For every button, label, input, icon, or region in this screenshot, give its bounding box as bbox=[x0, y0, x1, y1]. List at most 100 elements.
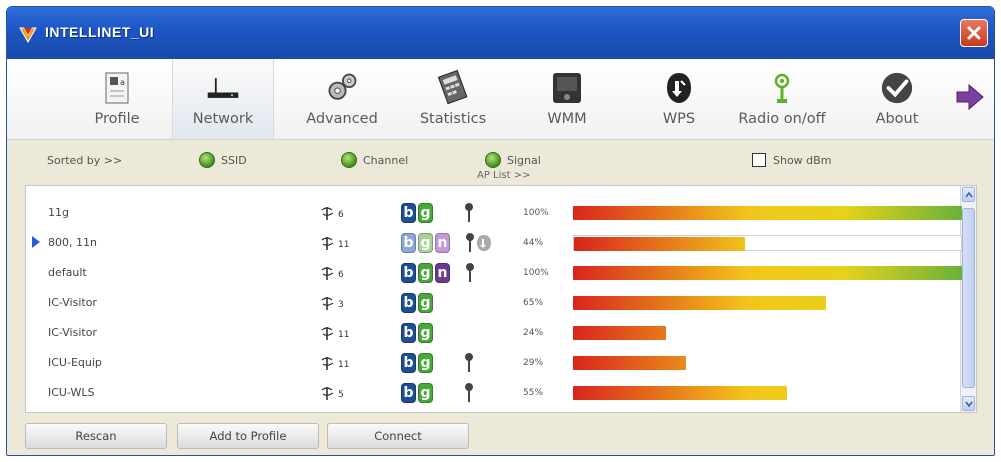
sort-signal-label: Signal bbox=[507, 154, 541, 167]
signal-bar-track bbox=[573, 295, 962, 311]
about-check-icon bbox=[879, 69, 915, 107]
toolbar-advanced[interactable]: Advanced bbox=[294, 59, 390, 139]
sort-bar: Sorted by >> SSID Channel Signal AP List… bbox=[7, 140, 994, 184]
signal-bar-track bbox=[573, 355, 962, 371]
toolbar-profile[interactable]: a Profile bbox=[77, 59, 157, 139]
title-bar[interactable]: INTELLINET_UI bbox=[7, 7, 994, 59]
mode-g-badge: g bbox=[418, 233, 433, 253]
sort-channel-label: Channel bbox=[363, 154, 409, 167]
mode-g-badge: g bbox=[418, 263, 433, 283]
toolbar-about-label: About bbox=[875, 111, 919, 127]
channel-antenna-icon bbox=[321, 357, 334, 370]
network-signal-percent: 100% bbox=[523, 268, 549, 278]
signal-strength-bar bbox=[574, 237, 745, 251]
close-button[interactable] bbox=[960, 19, 988, 47]
mode-g-badge: g bbox=[418, 293, 433, 313]
toolbar-statistics-label: Statistics bbox=[419, 111, 487, 127]
network-signal-percent: 65% bbox=[523, 298, 544, 308]
network-modes: bg bbox=[401, 353, 433, 373]
toolbar-radio-on-off[interactable]: Radio on/off bbox=[729, 59, 835, 139]
toolbar-profile-label: Profile bbox=[94, 111, 140, 127]
show-dbm-checkbox[interactable] bbox=[752, 153, 766, 167]
network-modes: bg bbox=[401, 293, 433, 313]
sort-ssid-label: SSID bbox=[221, 154, 247, 167]
network-channel: 5 bbox=[338, 390, 344, 400]
radio-icon bbox=[764, 69, 800, 107]
show-dbm-label: Show dBm bbox=[773, 154, 832, 167]
statistics-icon bbox=[435, 69, 471, 107]
mode-g-badge: g bbox=[418, 323, 433, 343]
network-row[interactable]: 11g 6 b g 100% bbox=[26, 198, 962, 228]
network-row[interactable]: IC-Visitor 11 b g 24% bbox=[26, 318, 961, 348]
network-signal-percent: 24% bbox=[523, 328, 544, 338]
security-key-icon bbox=[465, 353, 473, 372]
sort-ssid-radio[interactable] bbox=[199, 152, 215, 168]
add-to-profile-button[interactable]: Add to Profile bbox=[177, 423, 319, 449]
mode-b-badge: b bbox=[401, 383, 416, 403]
signal-bar-track bbox=[573, 265, 962, 281]
security-key-icon bbox=[466, 233, 474, 252]
mode-n-badge: n bbox=[435, 233, 450, 253]
network-row[interactable]: ICU-Equip 11 b g 29% bbox=[26, 348, 961, 378]
network-row[interactable]: 800, 11n 11 b g n 44% bbox=[26, 228, 962, 258]
mode-b-badge: b bbox=[401, 293, 416, 313]
network-ssid: ICU-Equip bbox=[48, 356, 102, 369]
scroll-down-button[interactable] bbox=[962, 396, 975, 411]
channel-antenna-icon bbox=[321, 267, 334, 280]
wps-icon bbox=[661, 69, 697, 107]
toolbar-statistics[interactable]: Statistics bbox=[405, 59, 501, 139]
network-ssid: IC-Visitor bbox=[48, 296, 97, 309]
network-channel: 6 bbox=[338, 270, 344, 280]
sorted-by-label: Sorted by >> bbox=[47, 154, 123, 167]
scroll-thumb[interactable] bbox=[962, 208, 975, 388]
scroll-up-button[interactable] bbox=[962, 187, 975, 202]
toolbar-wmm[interactable]: WMM bbox=[527, 59, 607, 139]
rescan-button[interactable]: Rescan bbox=[25, 423, 167, 449]
next-arrow-icon[interactable] bbox=[954, 81, 986, 113]
profile-icon: a bbox=[99, 69, 135, 107]
toolbar-radio-label: Radio on/off bbox=[738, 111, 826, 127]
network-row[interactable]: IC-Visitor 3 b g 65% bbox=[26, 288, 961, 318]
network-modes: bgn bbox=[401, 233, 450, 253]
signal-bar-track bbox=[573, 235, 962, 251]
toolbar-wps[interactable]: WPS bbox=[639, 59, 719, 139]
network-modes: bgn bbox=[401, 263, 450, 283]
toolbar-network[interactable]: Network bbox=[172, 59, 274, 139]
mode-b-badge: b bbox=[401, 263, 416, 283]
network-signal-percent: 44% bbox=[523, 238, 544, 248]
sort-signal-radio[interactable] bbox=[485, 152, 501, 168]
mode-b-badge: b bbox=[401, 233, 416, 253]
network-ssid: IC-Visitor bbox=[48, 326, 97, 339]
toolbar: a Profile Network Advanced Statistics WM… bbox=[7, 59, 994, 140]
channel-antenna-icon bbox=[321, 327, 334, 340]
network-modes: bg bbox=[401, 203, 433, 223]
list-scrollbar[interactable] bbox=[960, 186, 976, 412]
signal-strength-bar bbox=[573, 266, 962, 280]
ap-list[interactable]: 11g 6 b g 100% 800, 11n 11 b g n 44% default 6 b g n 100… bbox=[25, 185, 977, 413]
network-ssid: 800, 11n bbox=[48, 236, 97, 249]
mode-b-badge: b bbox=[401, 323, 416, 343]
close-icon bbox=[967, 26, 981, 40]
signal-bar-track bbox=[573, 385, 962, 401]
network-channel: 11 bbox=[338, 330, 350, 340]
connect-button[interactable]: Connect bbox=[327, 423, 469, 449]
window-title: INTELLINET_UI bbox=[45, 24, 155, 40]
network-row[interactable]: ICU-WLS 5 b g 55% bbox=[26, 378, 961, 408]
wmm-icon bbox=[549, 69, 585, 107]
wps-support-icon bbox=[477, 235, 491, 251]
toolbar-about[interactable]: About bbox=[859, 59, 935, 139]
signal-strength-bar bbox=[573, 326, 666, 340]
gears-icon bbox=[324, 69, 360, 107]
svg-text:a: a bbox=[120, 78, 125, 87]
router-icon bbox=[205, 69, 241, 107]
signal-strength-bar bbox=[573, 386, 787, 400]
channel-antenna-icon bbox=[321, 387, 334, 400]
signal-strength-bar bbox=[573, 296, 826, 310]
network-row[interactable]: default 6 b g n 100% bbox=[26, 258, 962, 288]
channel-antenna-icon bbox=[321, 297, 334, 310]
network-ssid: ICU-WLS bbox=[48, 386, 95, 399]
network-channel: 11 bbox=[338, 360, 350, 370]
sort-channel-radio[interactable] bbox=[341, 152, 357, 168]
toolbar-network-label: Network bbox=[192, 111, 254, 127]
network-modes: bg bbox=[401, 383, 433, 403]
